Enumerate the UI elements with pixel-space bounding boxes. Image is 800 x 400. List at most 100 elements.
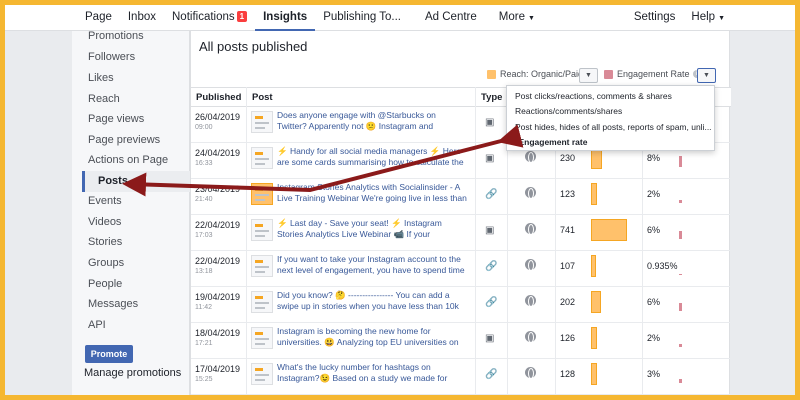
table-row[interactable]: 23/04/2019 21:40 Instagram Stories Analy… — [191, 179, 731, 215]
sidebar-item-events[interactable]: Events — [72, 191, 190, 212]
filter-bar: Reach: Organic/Paid ▼ Engagement Rate i … — [191, 61, 731, 87]
published-date: 24/04/2019 — [195, 148, 241, 158]
table-row[interactable]: 22/04/2019 17:03 ⚡ Last day - Save your … — [191, 215, 731, 251]
published-date: 23/04/2019 — [195, 184, 241, 194]
engagement-filter-label: Engagement Rate — [617, 69, 690, 79]
thumb-line — [255, 374, 269, 376]
menu-item-engagement-rate-label: Engagement rate — [518, 137, 588, 147]
post-text-link[interactable]: What's the lucky number for hashtags on … — [277, 362, 467, 386]
thumb-line — [255, 368, 263, 371]
reach-value: 741 — [560, 225, 576, 235]
column-type[interactable]: Type — [481, 92, 502, 103]
engagement-metric-menu: Post clicks/reactions, comments & shares… — [506, 85, 715, 151]
published-time: 17:21 — [195, 340, 213, 347]
column-post[interactable]: Post — [252, 92, 273, 103]
engagement-value: 2% — [647, 333, 661, 343]
thumb-line — [255, 343, 265, 345]
post-thumbnail[interactable] — [251, 255, 273, 277]
published-time: 11:42 — [195, 304, 212, 311]
manage-promotions-link[interactable]: Manage promotions — [84, 367, 181, 379]
thumb-line — [255, 158, 269, 160]
tab-ad-centre[interactable]: Ad Centre — [417, 5, 485, 31]
link-icon: 🔗 — [485, 189, 498, 200]
published-date: 17/04/2019 — [195, 364, 241, 374]
sidebar-item-api[interactable]: API — [72, 315, 190, 336]
post-thumbnail[interactable] — [251, 363, 273, 385]
sidebar-item-followers[interactable]: Followers — [72, 47, 190, 68]
reach-bar — [591, 363, 597, 385]
published-time: 15:25 — [195, 376, 213, 383]
thumb-line — [255, 235, 265, 237]
thumb-line — [255, 266, 269, 268]
reach-value: 128 — [560, 369, 576, 379]
sidebar-item-page-previews[interactable]: Page previews — [72, 130, 190, 151]
sidebar-item-page-views[interactable]: Page views — [72, 109, 190, 130]
engagement-bar — [679, 156, 682, 167]
sidebar-item-promotions[interactable]: Promotions — [72, 26, 190, 47]
post-thumbnail[interactable] — [251, 111, 273, 133]
tab-publishing-tools[interactable]: Publishing To... — [315, 5, 409, 31]
reach-filter-label: Reach: Organic/Paid — [500, 69, 584, 79]
post-text-link[interactable]: Did you know? 🤔 ---------------- You can… — [277, 290, 467, 314]
table-row[interactable]: 22/04/2019 13:18 If you want to take you… — [191, 251, 731, 287]
post-text-link[interactable]: ⚡ Handy for all social media managers ⚡ … — [277, 146, 467, 170]
help-menu[interactable]: Help ▼ — [683, 5, 733, 31]
published-date: 19/04/2019 — [195, 292, 241, 302]
thumb-line — [255, 194, 269, 196]
sidebar-item-likes[interactable]: Likes — [72, 68, 190, 89]
sidebar-item-videos[interactable]: Videos — [72, 212, 190, 233]
post-text-link[interactable]: Instagram is becoming the new home for u… — [277, 326, 467, 350]
sidebar-item-groups[interactable]: Groups — [72, 253, 190, 274]
thumb-line — [255, 122, 269, 124]
reach-bar — [591, 327, 597, 349]
menu-item-reactions[interactable]: Reactions/comments/shares — [515, 106, 622, 116]
reach-value: 126 — [560, 333, 576, 343]
column-published[interactable]: Published — [196, 92, 241, 103]
table-row[interactable]: 17/04/2019 15:25 What's the lucky number… — [191, 359, 731, 395]
sidebar-item-people[interactable]: People — [72, 274, 190, 295]
reach-value: 123 — [560, 189, 576, 199]
post-thumbnail[interactable] — [251, 183, 273, 205]
post-text-link[interactable]: Instagram Stories Analytics with Sociali… — [277, 182, 467, 206]
thumb-line — [255, 338, 269, 340]
chevron-down-icon: ▼ — [718, 14, 725, 22]
reach-filter: Reach: Organic/Paid — [487, 69, 583, 79]
post-thumbnail[interactable] — [251, 327, 273, 349]
thumb-line — [255, 307, 265, 309]
post-thumbnail[interactable] — [251, 147, 273, 169]
reach-dropdown-button[interactable]: ▼ — [579, 68, 598, 83]
post-text-link[interactable]: Does anyone engage with @Starbucks on Tw… — [277, 110, 467, 134]
tab-notifications-label: Notifications — [172, 10, 235, 23]
sidebar-item-posts[interactable]: Posts — [82, 171, 190, 192]
post-thumbnail[interactable] — [251, 291, 273, 313]
promote-button[interactable]: Promote — [85, 345, 133, 363]
settings-link[interactable]: Settings — [626, 5, 684, 31]
menu-item-engagement-rate[interactable]: ✔ Engagement rate — [509, 137, 587, 148]
sidebar-item-messages[interactable]: Messages — [72, 294, 190, 315]
engagement-dropdown-button[interactable]: ▼ — [697, 68, 716, 83]
post-text-link[interactable]: ⚡ Last day - Save your seat! ⚡ Instagram… — [277, 218, 467, 242]
sidebar-item-actions-on-page[interactable]: Actions on Page — [72, 150, 190, 171]
globe-icon — [525, 151, 536, 163]
table-row[interactable]: 19/04/2019 11:42 Did you know? 🤔 -------… — [191, 287, 731, 323]
sidebar-item-stories[interactable]: Stories — [72, 232, 190, 253]
thumb-line — [255, 163, 265, 165]
published-date: 22/04/2019 — [195, 220, 241, 230]
menu-item-post-hides[interactable]: Post hides, hides of all posts, reports … — [515, 122, 712, 132]
album-icon: ▣ — [485, 153, 495, 164]
table-row[interactable]: 18/04/2019 17:21 Instagram is becoming t… — [191, 323, 731, 359]
globe-icon — [525, 187, 536, 199]
thumb-line — [255, 230, 269, 232]
sidebar-item-reach[interactable]: Reach — [72, 89, 190, 110]
reach-value: 202 — [560, 297, 576, 307]
post-text-link[interactable]: If you want to take your Instagram accou… — [277, 254, 467, 278]
link-icon: 🔗 — [485, 369, 498, 380]
thumb-line — [255, 260, 263, 263]
tab-more[interactable]: More ▼ — [491, 5, 543, 31]
published-date: 22/04/2019 — [195, 256, 241, 266]
thumb-line — [255, 296, 263, 299]
menu-item-post-clicks[interactable]: Post clicks/reactions, comments & shares — [515, 91, 672, 101]
engagement-filter: Engagement Rate i — [604, 69, 701, 79]
tab-insights[interactable]: Insights — [255, 5, 316, 31]
post-thumbnail[interactable] — [251, 219, 273, 241]
